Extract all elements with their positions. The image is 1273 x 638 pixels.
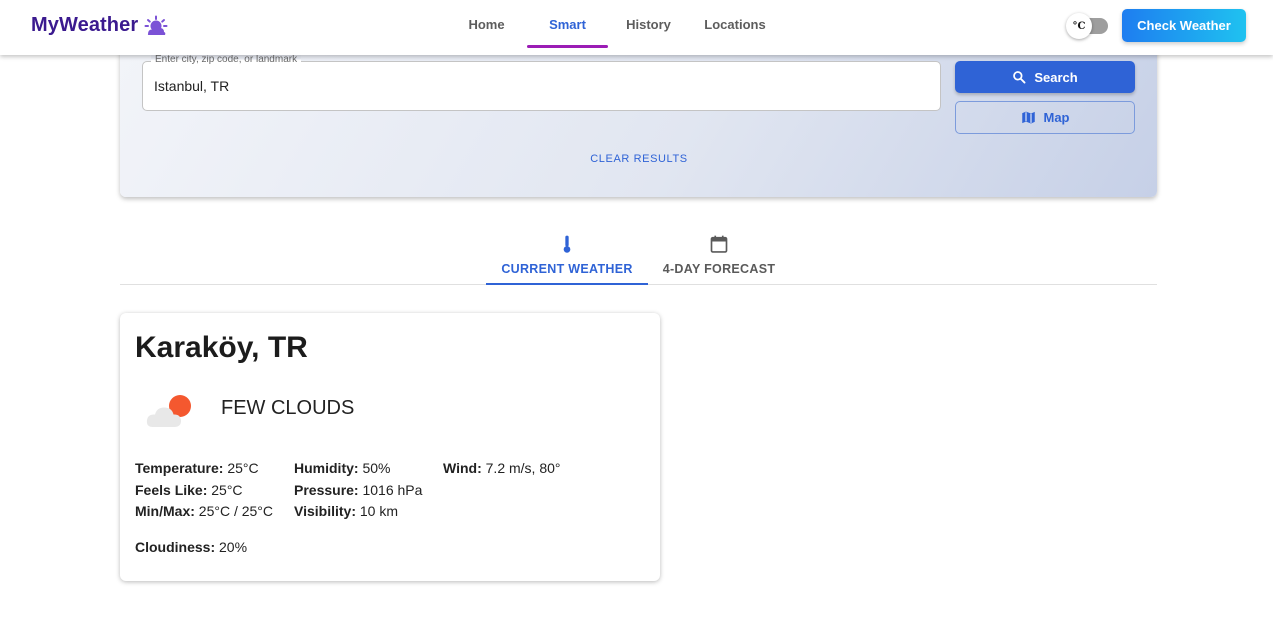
stat-feels-like-label: Feels Like: [135,482,208,498]
search-panel: Enter city, zip code, or landmark Istanb… [120,40,1157,197]
search-button-label: Search [1034,69,1078,85]
stat-humidity: Humidity: 50% [294,460,390,476]
clear-results-button[interactable]: CLEAR RESULTS [575,153,703,171]
brand[interactable]: MyWeather [31,14,168,37]
map-button-label: Map [1043,110,1070,125]
stat-min-max-label: Min/Max: [135,503,195,519]
weather-tabs: CURRENT WEATHER 4-DAY FORECAST [120,225,1157,285]
app-header: MyWeather Home Smart History Locations °… [0,0,1273,55]
stat-wind-value: 7.2 m/s, 80° [485,460,561,476]
condition-text: FEW CLOUDS [221,397,355,419]
brand-title: MyWeather [31,14,139,36]
location-search-input[interactable]: Istanbul, TR [154,78,229,94]
few-clouds-icon [146,395,191,427]
calendar-icon [710,235,728,253]
tab-current-weather[interactable]: CURRENT WEATHER [486,225,648,285]
stat-feels-like: Feels Like: 25°C [135,482,243,498]
nav-item-home[interactable]: Home [453,0,520,48]
stat-temperature-value: 25°C [227,460,259,476]
stat-cloudiness-label: Cloudiness: [135,539,216,555]
stat-temperature-label: Temperature: [135,460,224,476]
stat-visibility-label: Visibility: [294,503,356,519]
nav-item-smart[interactable]: Smart [527,0,608,48]
main-nav: Home Smart History Locations [453,0,781,55]
stat-cloudiness: Cloudiness: 20% [135,539,247,555]
location-search-field[interactable]: Enter city, zip code, or landmark Istanb… [142,54,941,111]
weather-logo-icon [144,15,168,35]
stat-humidity-value: 50% [362,460,391,476]
current-weather-card: Karaköy, TR FEW CLOUDS Temperature: 25°C… [120,313,660,581]
stat-pressure: Pressure: 1016 hPa [294,482,422,498]
stat-temperature: Temperature: 25°C [135,460,259,476]
unit-toggle[interactable]: °C [1066,13,1110,39]
stat-visibility: Visibility: 10 km [294,503,398,519]
stat-cloudiness-value: 20% [219,539,248,555]
check-weather-button[interactable]: Check Weather [1122,9,1246,42]
search-button[interactable]: Search [955,61,1135,93]
tab-current-weather-label: CURRENT WEATHER [501,261,633,276]
stat-visibility-value: 10 km [359,503,398,519]
location-search-label: Enter city, zip code, or landmark [151,54,302,65]
map-icon [1021,111,1035,124]
stat-humidity-label: Humidity: [294,460,359,476]
nav-item-locations[interactable]: Locations [689,0,781,48]
tab-forecast[interactable]: 4-DAY FORECAST [648,225,790,284]
stat-pressure-value: 1016 hPa [362,482,423,498]
unit-toggle-thumb[interactable]: °C [1066,13,1092,39]
stat-min-max-value: 25°C / 25°C [198,503,274,519]
stat-wind-label: Wind: [443,460,482,476]
search-icon [1013,71,1026,84]
location-title: Karaköy, TR [135,331,308,364]
stat-wind: Wind: 7.2 m/s, 80° [443,460,561,476]
stat-pressure-label: Pressure: [294,482,359,498]
tab-forecast-label: 4-DAY FORECAST [662,261,776,276]
thermometer-icon [563,235,571,253]
stat-feels-like-value: 25°C [211,482,243,498]
nav-item-history[interactable]: History [608,0,689,48]
map-button[interactable]: Map [955,101,1135,134]
stat-min-max: Min/Max: 25°C / 25°C [135,503,273,519]
